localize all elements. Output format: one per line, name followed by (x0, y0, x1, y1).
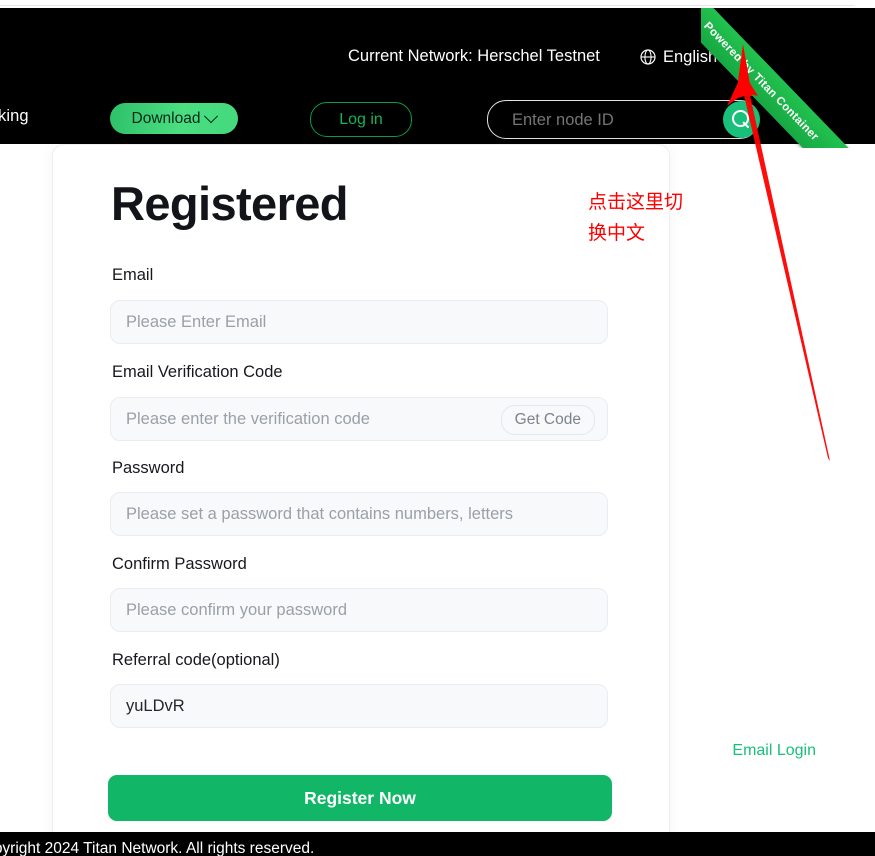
registration-card: Registered Email Please Enter Email Emai… (52, 144, 670, 834)
page-root: Current Network: Herschel Testnet Englis… (0, 0, 875, 856)
value-referral-code: yuLDvR (126, 697, 185, 715)
placeholder-verification-code: Please enter the verification code (126, 410, 370, 428)
field-email[interactable]: Please Enter Email (110, 300, 608, 344)
annotation-text: 点击这里切换中文 (588, 191, 684, 244)
page-footer: Copyright 2024 Titan Network. All rights… (0, 832, 875, 856)
label-verification-code: Email Verification Code (112, 363, 283, 381)
email-login-link[interactable]: Email Login (732, 742, 816, 760)
search-button[interactable] (723, 101, 760, 138)
label-referral-code: Referral code(optional) (112, 651, 280, 669)
label-password: Password (112, 459, 185, 477)
chrome-divider (0, 5, 854, 6)
search-icon (732, 110, 751, 129)
chevron-down-icon (204, 108, 219, 123)
placeholder-email: Please Enter Email (126, 313, 267, 331)
copyright-text: Copyright 2024 Titan Network. All rights… (0, 840, 315, 856)
page-title: Registered (111, 177, 349, 230)
download-label: Download (131, 109, 201, 127)
current-network-label: Current Network: Herschel Testnet (348, 47, 600, 65)
browser-chrome-strip (0, 0, 875, 8)
register-now-button[interactable]: Register Now (108, 775, 612, 821)
field-password[interactable]: Please set a password that contains numb… (110, 492, 608, 536)
top-navbar: Current Network: Herschel Testnet Englis… (0, 8, 875, 144)
placeholder-password: Please set a password that contains numb… (126, 505, 514, 523)
download-button[interactable]: Download (110, 103, 238, 134)
get-code-button[interactable]: Get Code (500, 405, 595, 435)
login-button[interactable]: Log in (310, 102, 412, 137)
language-selector[interactable]: English (640, 46, 739, 68)
placeholder-confirm-password: Please confirm your password (126, 601, 348, 619)
globe-icon (640, 49, 656, 65)
field-confirm-password[interactable]: Please confirm your password (110, 588, 608, 632)
language-label: English (663, 47, 718, 66)
field-referral-code[interactable]: yuLDvR (110, 684, 608, 728)
field-verification-code[interactable]: Please enter the verification code Get C… (110, 397, 608, 441)
label-confirm-password: Confirm Password (112, 555, 247, 573)
label-email: Email (112, 266, 154, 284)
login-label: Log in (339, 110, 383, 128)
node-search-box (487, 100, 760, 140)
search-input[interactable] (510, 101, 714, 140)
nav-link-truncated[interactable]: king (0, 107, 29, 126)
chevron-down-icon (724, 47, 739, 62)
